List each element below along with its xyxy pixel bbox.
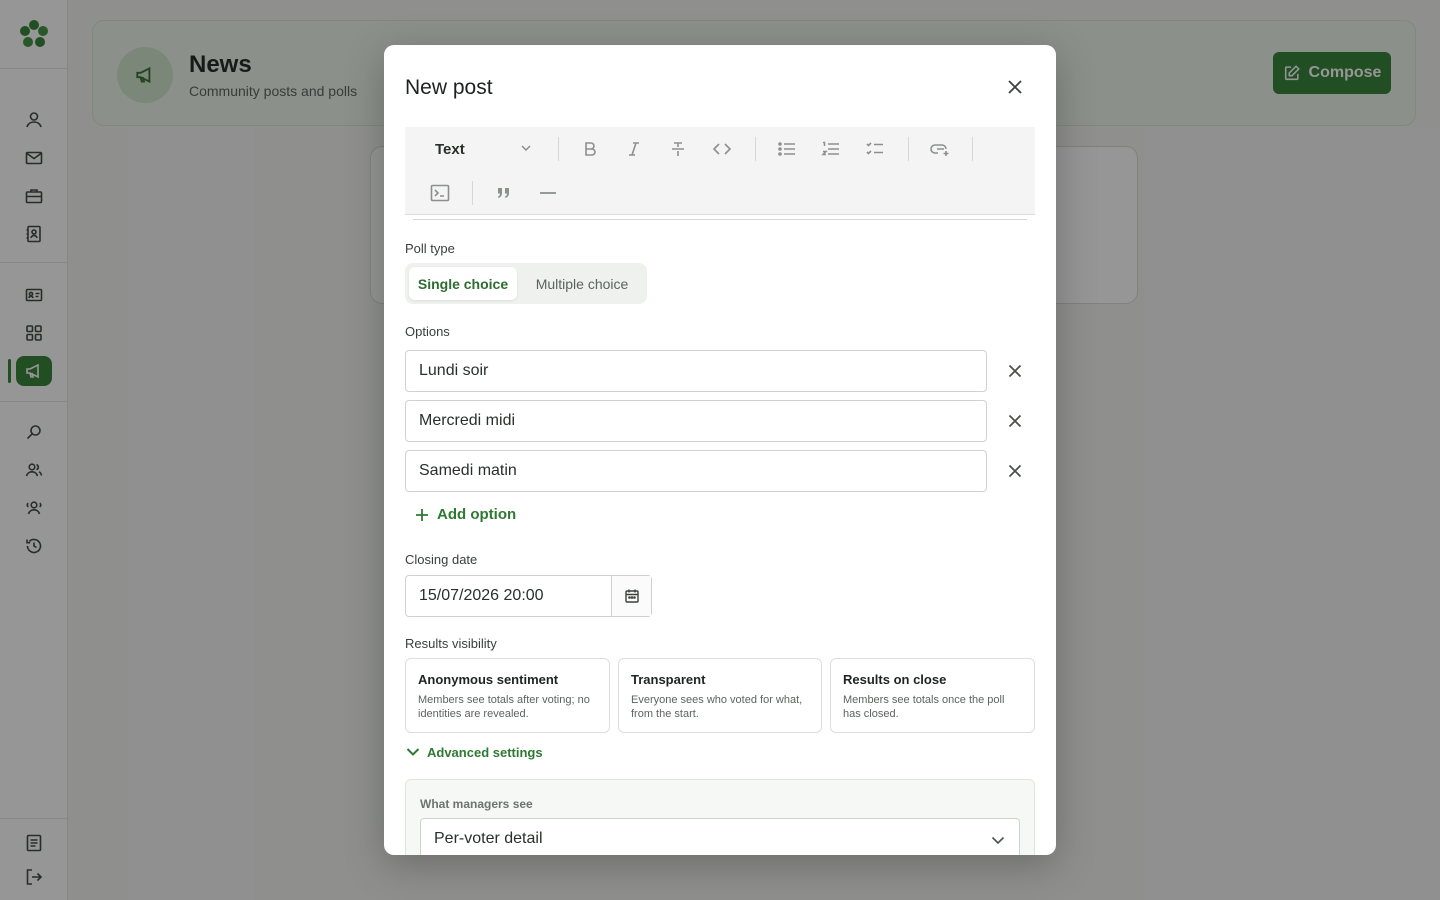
- visibility-description: Members see totals once the poll has clo…: [843, 694, 1005, 720]
- remove-option-icon[interactable]: [1004, 360, 1026, 382]
- visibility-description: Members see totals after voting; no iden…: [418, 694, 590, 720]
- remove-option-icon[interactable]: [1004, 460, 1026, 482]
- code-icon[interactable]: [710, 137, 734, 161]
- multiple-choice-option[interactable]: Multiple choice: [523, 267, 641, 300]
- block-type-select[interactable]: Text: [435, 141, 465, 158]
- visibility-option-on-close[interactable]: Results on close Members see totals once…: [830, 658, 1035, 733]
- visibility-option-anonymous[interactable]: Anonymous sentiment Members see totals a…: [405, 658, 610, 733]
- visibility-title: Anonymous sentiment: [418, 672, 559, 687]
- advanced-settings-label: Advanced settings: [427, 744, 543, 760]
- quote-icon[interactable]: [492, 181, 516, 205]
- visibility-title: Transparent: [631, 672, 706, 687]
- chevron-down-icon[interactable]: [519, 141, 533, 155]
- toolbar-divider: [558, 137, 559, 161]
- numbered-list-icon[interactable]: [819, 137, 843, 161]
- visibility-option-transparent[interactable]: Transparent Everyone sees who voted for …: [618, 658, 822, 733]
- horizontal-rule-icon[interactable]: [536, 181, 560, 205]
- add-option-label: Add option: [437, 506, 517, 523]
- single-choice-option[interactable]: Single choice: [409, 267, 517, 300]
- bold-icon[interactable]: [578, 137, 602, 161]
- advanced-settings-panel: What managers see Per-voter detail: [405, 779, 1035, 855]
- checklist-icon[interactable]: [863, 137, 887, 161]
- bullet-list-icon[interactable]: [775, 137, 799, 161]
- editor-separator: [413, 219, 1027, 220]
- close-icon[interactable]: [1004, 76, 1026, 98]
- results-visibility-label: Results visibility: [405, 636, 497, 651]
- closing-date-label: Closing date: [405, 552, 478, 567]
- calendar-icon[interactable]: [611, 576, 651, 616]
- visibility-description: Everyone sees who voted for what, from t…: [631, 694, 803, 720]
- terminal-icon[interactable]: [428, 181, 452, 205]
- italic-icon[interactable]: [622, 137, 646, 161]
- managers-view-select[interactable]: Per-voter detail: [420, 818, 1020, 855]
- add-option-button[interactable]: Add option: [415, 506, 516, 523]
- toolbar-divider: [908, 137, 909, 161]
- chevron-down-icon: [989, 831, 1007, 849]
- poll-type-label: Poll type: [405, 241, 455, 256]
- option-input[interactable]: Mercredi midi: [405, 400, 987, 442]
- toolbar-divider: [472, 181, 473, 205]
- toolbar-divider: [972, 137, 973, 161]
- strikethrough-icon[interactable]: [666, 137, 690, 161]
- remove-option-icon[interactable]: [1004, 410, 1026, 432]
- toolbar-divider: [755, 137, 756, 161]
- closing-date-field: 15/07/2026 20:00: [405, 575, 652, 617]
- visibility-title: Results on close: [843, 672, 947, 687]
- new-post-dialog: New post Text Poll type Single choice Mu…: [384, 45, 1056, 855]
- managers-view-value: Per-voter detail: [434, 830, 543, 847]
- closing-date-input[interactable]: 15/07/2026 20:00: [406, 576, 611, 616]
- chevron-down-icon: [405, 744, 421, 760]
- link-icon[interactable]: [928, 137, 952, 161]
- poll-type-toggle: Single choice Multiple choice: [405, 263, 647, 304]
- option-input[interactable]: Lundi soir: [405, 350, 987, 392]
- advanced-settings-toggle[interactable]: Advanced settings: [405, 744, 543, 760]
- editor-toolbar: Text: [405, 127, 1035, 215]
- dialog-title: New post: [405, 76, 493, 99]
- options-label: Options: [405, 324, 450, 339]
- plus-icon: [415, 508, 429, 522]
- option-input[interactable]: Samedi matin: [405, 450, 987, 492]
- managers-view-label: What managers see: [420, 797, 533, 811]
